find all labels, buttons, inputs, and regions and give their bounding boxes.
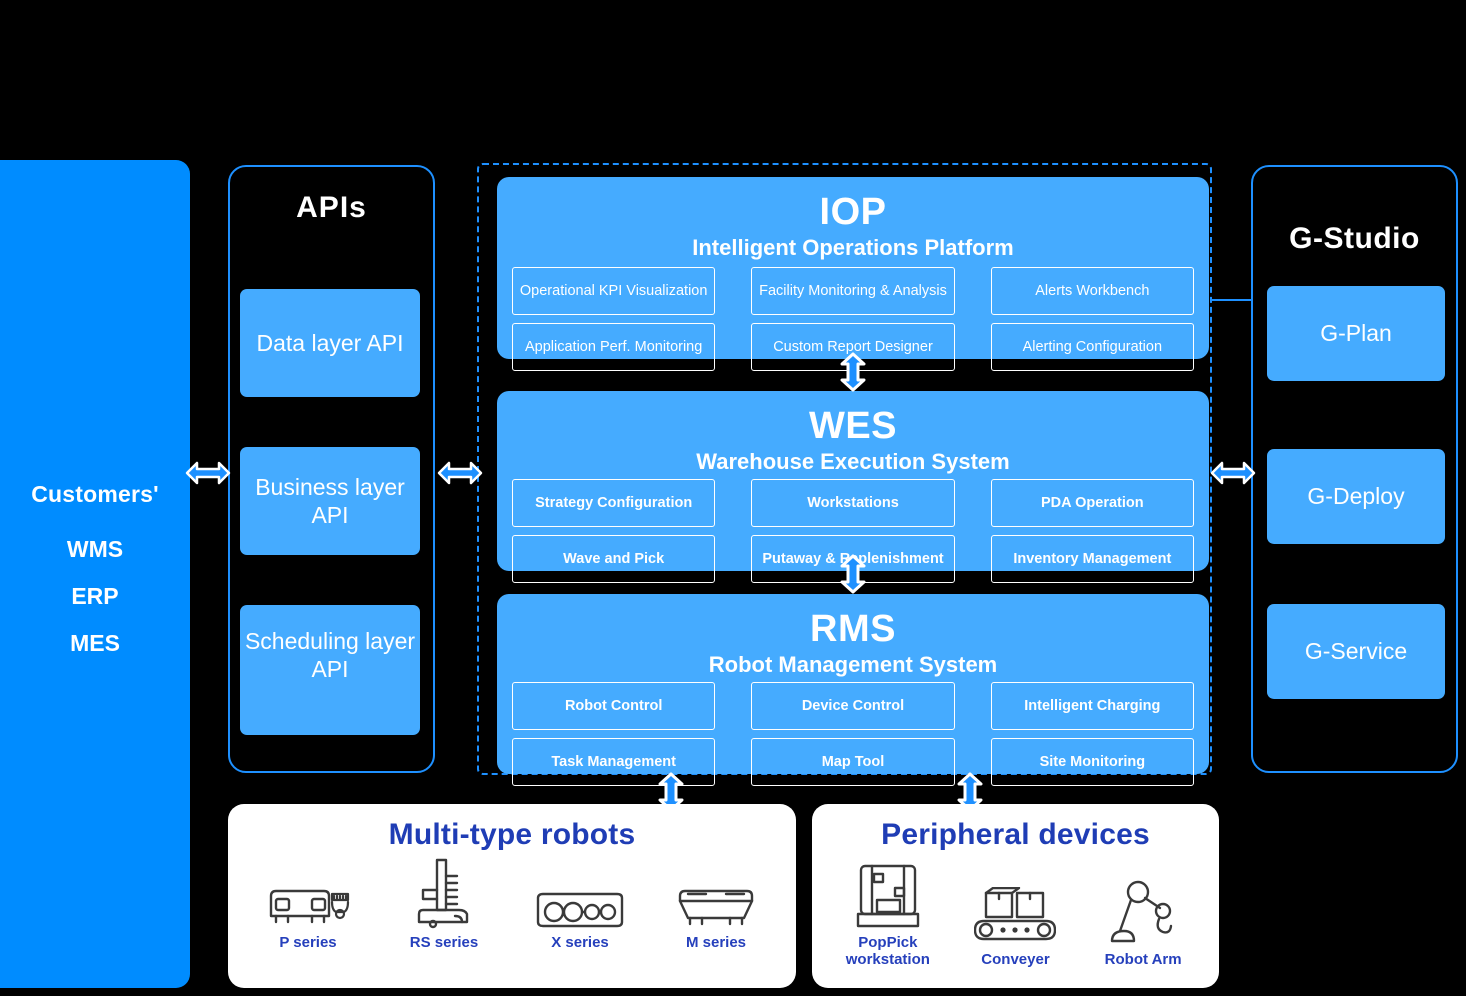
gstudio-box-g-plan[interactable]: G-Plan <box>1267 286 1445 381</box>
robot-item-m-series[interactable]: M series <box>661 858 771 952</box>
peripheral-item-poppick-workstation[interactable]: PopPick workstation <box>833 858 943 969</box>
customers-item-wms: WMS <box>66 536 124 562</box>
peripheral-item-robot-arm[interactable]: Robot Arm <box>1088 875 1198 969</box>
robots-title: Multi-type robots <box>388 818 636 851</box>
iop-tile-facility-monitoring-analysis[interactable]: Facility Monitoring & Analysis <box>751 267 955 315</box>
rms-abbreviation: RMS <box>810 608 896 650</box>
rms-tile-device-control[interactable]: Device Control <box>751 682 955 730</box>
iop-abbreviation: IOP <box>819 191 887 233</box>
api-box-business-layer[interactable]: Business layer API <box>240 447 420 555</box>
gstudio-box-g-deploy[interactable]: G-Deploy <box>1267 449 1445 544</box>
iop-tile-alerting-configuration[interactable]: Alerting Configuration <box>990 323 1194 371</box>
rms-full-name: Robot Management System <box>708 652 998 677</box>
iop-tile-application-perf-monitoring[interactable]: Application Perf. Monitoring <box>512 323 716 371</box>
x-series-robot-icon <box>534 858 626 930</box>
wes-tile-wave-and-pick[interactable]: Wave and Pick <box>512 535 716 583</box>
p-series-robot-icon <box>266 858 350 930</box>
customers-title: Customers' <box>31 481 159 507</box>
peripheral-devices-panel: Peripheral devices PopPick workstation C… <box>812 804 1219 988</box>
iop-tile-alerts-workbench[interactable]: Alerts Workbench <box>990 267 1194 315</box>
rms-tile-intelligent-charging[interactable]: Intelligent Charging <box>990 682 1194 730</box>
peripheral-label-poppick-workstation: PopPick workstation <box>845 934 930 968</box>
arrow-core-to-gstudio-icon <box>1210 461 1256 485</box>
wes-full-name: Warehouse Execution System <box>696 449 1010 474</box>
wes-abbreviation: WES <box>808 405 898 447</box>
multi-type-robots-panel: Multi-type robots P series RS series X s… <box>228 804 796 988</box>
wes-tile-strategy-configuration[interactable]: Strategy Configuration <box>512 479 716 527</box>
api-box-data-layer[interactable]: Data layer API <box>240 289 420 397</box>
customers-item-erp: ERP <box>71 583 119 609</box>
rms-tile-grid: Robot Control Device Control Intelligent… <box>512 682 1194 786</box>
arrow-customers-to-apis-icon <box>185 461 231 485</box>
peripheral-label-robot-arm: Robot Arm <box>1104 950 1182 968</box>
robot-item-rs-series[interactable]: RS series <box>389 858 499 952</box>
wes-tile-workstations[interactable]: Workstations <box>751 479 955 527</box>
rms-tile-robot-control[interactable]: Robot Control <box>512 682 716 730</box>
customers-item-mes: MES <box>70 630 120 656</box>
layer-wes: WES Warehouse Execution System Strategy … <box>497 391 1209 583</box>
conveyer-icon <box>974 875 1057 947</box>
wes-tile-pda-operation[interactable]: PDA Operation <box>990 479 1194 527</box>
robot-label-x-series: X series <box>551 934 609 951</box>
peripheral-item-conveyer[interactable]: Conveyer <box>960 875 1070 969</box>
layer-iop: IOP Intelligent Operations Platform Oper… <box>497 177 1209 371</box>
iop-full-name: Intelligent Operations Platform <box>692 235 1014 260</box>
rms-tile-map-tool[interactable]: Map Tool <box>751 738 955 786</box>
arrow-wes-rms-icon <box>840 554 866 594</box>
rms-tile-site-monitoring[interactable]: Site Monitoring <box>990 738 1194 786</box>
core-to-gstudio-connector <box>1210 299 1253 301</box>
gstudio-panel: G-Studio G-Plan G-Deploy G-Service <box>1251 165 1458 773</box>
iop-tile-operational-kpi-visualization[interactable]: Operational KPI Visualization <box>512 267 716 315</box>
robot-label-rs-series: RS series <box>409 934 479 951</box>
m-series-robot-icon <box>676 858 756 930</box>
robot-label-p-series: P series <box>279 934 337 951</box>
layer-rms: RMS Robot Management System Robot Contro… <box>497 594 1209 786</box>
arrow-iop-wes-icon <box>840 352 866 392</box>
peripherals-title: Peripheral devices <box>881 818 1150 851</box>
poppick-workstation-icon <box>854 858 922 930</box>
robot-arm-icon <box>1110 875 1176 947</box>
robot-item-p-series[interactable]: P series <box>253 858 363 952</box>
gstudio-box-g-service[interactable]: G-Service <box>1267 604 1445 699</box>
api-box-scheduling-layer[interactable]: Scheduling layer API <box>240 605 420 735</box>
wes-tile-inventory-management[interactable]: Inventory Management <box>990 535 1194 583</box>
peripheral-label-conveyer: Conveyer <box>981 950 1050 968</box>
robots-item-list: P series RS series X series M series <box>228 852 796 952</box>
robot-item-x-series[interactable]: X series <box>525 858 635 952</box>
gstudio-title: G-Studio <box>1289 222 1420 255</box>
customers-panel: Customers' WMS ERP MES <box>0 160 190 988</box>
apis-panel: APIs Data layer API Business layer API S… <box>228 165 435 773</box>
apis-title: APIs <box>296 191 367 224</box>
robot-label-m-series: M series <box>685 934 747 951</box>
peripherals-item-list: PopPick workstation Conveyer Robot Arm <box>812 852 1219 969</box>
rs-series-robot-icon <box>409 858 479 930</box>
arrow-apis-to-core-icon <box>437 461 483 485</box>
